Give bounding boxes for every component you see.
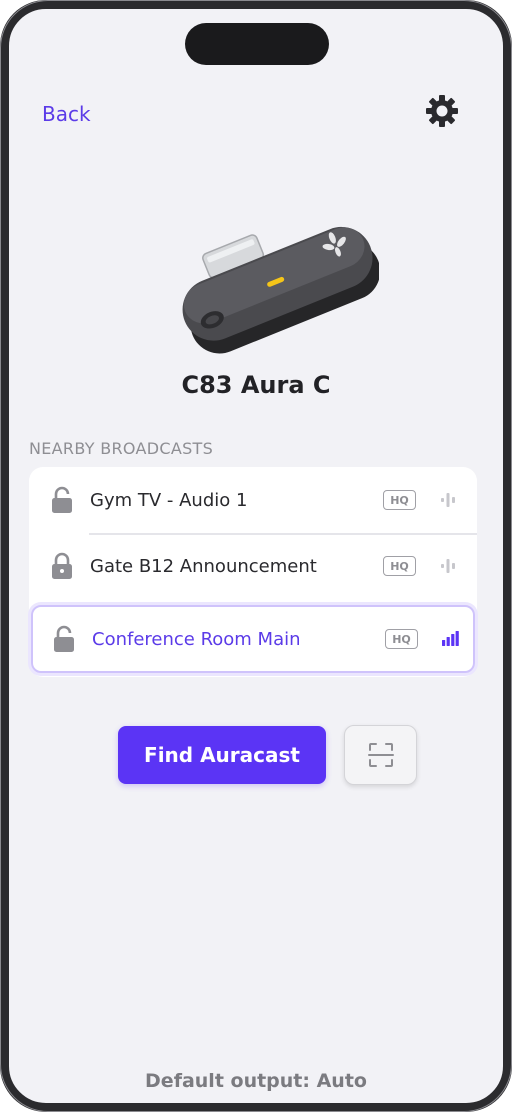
gear-icon	[426, 95, 458, 127]
signal-inactive-icon	[441, 559, 455, 573]
broadcast-list: Gym TV - Audio 1 HQ Gate B12 Announcemen…	[29, 467, 477, 677]
broadcast-title: Conference Room Main	[92, 628, 301, 650]
broadcast-item-conference-room[interactable]: Conference Room Main HQ	[31, 605, 475, 673]
broadcast-title: Gym TV - Audio 1	[90, 489, 248, 511]
qr-scan-icon	[367, 743, 394, 767]
broadcast-title: Gate B12 Announcement	[90, 555, 317, 577]
usb-c-dongle-icon	[182, 226, 381, 354]
hq-badge: HQ	[385, 629, 418, 649]
signal-strength-icon	[442, 631, 459, 646]
section-title: NEARBY BROADCASTS	[29, 439, 214, 458]
lock-open-icon	[54, 625, 74, 652]
hq-badge: HQ	[383, 490, 416, 510]
qr-scan-button[interactable]	[344, 725, 417, 785]
default-output-label: Default output: Auto	[145, 1070, 367, 1092]
broadcast-item-gym-tv[interactable]: Gym TV - Audio 1 HQ	[29, 467, 477, 533]
broadcast-item-gate-b12[interactable]: Gate B12 Announcement HQ	[29, 533, 477, 599]
hq-badge: HQ	[383, 556, 416, 576]
phone-frame: Back C83 Aura C NEARBY BROADCASTS Gym TV…	[0, 0, 512, 1112]
device-image	[159, 204, 381, 364]
lock-open-icon	[52, 486, 72, 513]
lock-closed-icon	[52, 552, 72, 579]
back-button[interactable]: Back	[42, 102, 91, 126]
device-name: C83 Aura C	[181, 371, 331, 399]
dynamic-island	[185, 23, 329, 65]
find-auracast-button[interactable]: Find Auracast	[118, 726, 326, 784]
signal-inactive-icon	[441, 493, 455, 507]
settings-button[interactable]	[424, 93, 460, 129]
